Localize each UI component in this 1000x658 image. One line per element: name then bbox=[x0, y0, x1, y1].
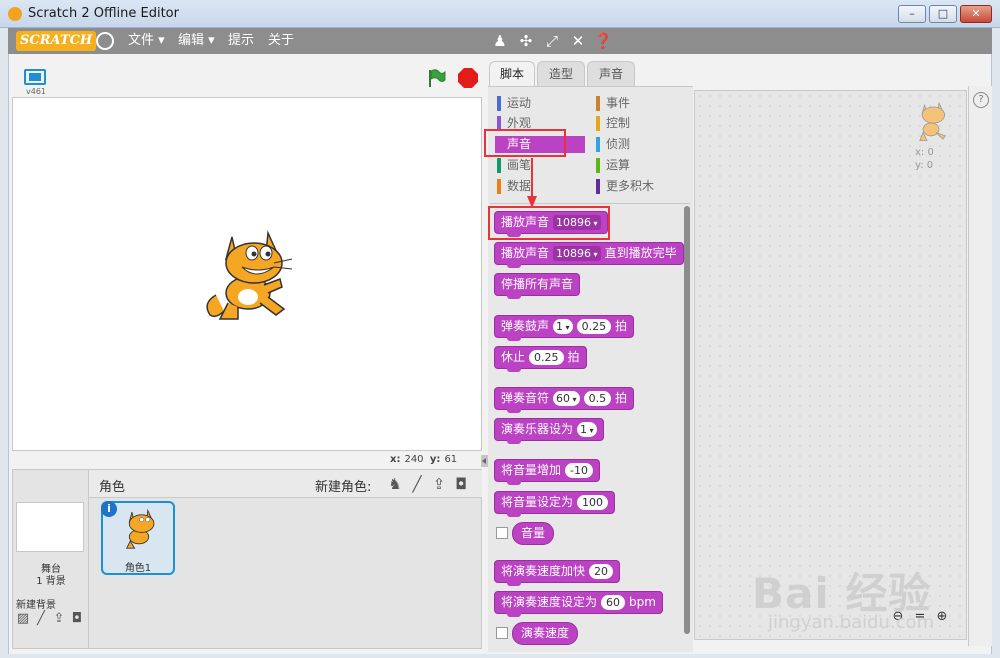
script-area[interactable]: x: 0 y: 0 ⊖ = ⊕ bbox=[694, 90, 967, 640]
help-sidebar: ? bbox=[968, 86, 992, 646]
menu-tips[interactable]: 提示 bbox=[228, 32, 254, 50]
sprite-card[interactable]: i 角色1 bbox=[101, 501, 175, 575]
block-change-tempo[interactable]: 将演奏速度加快 20 bbox=[494, 560, 621, 586]
minimize-button[interactable]: – bbox=[898, 5, 926, 23]
help-icon[interactable]: ❓ bbox=[593, 31, 613, 51]
stage-column: 舞台 1 背景 新建背景 ▨ ╱ ⇪ ◘ bbox=[13, 470, 89, 648]
tab-sounds[interactable]: 声音 bbox=[587, 61, 635, 86]
red-arrow-icon bbox=[527, 158, 537, 208]
tab-costumes[interactable]: 造型 bbox=[537, 61, 585, 86]
menu-edit[interactable]: 编辑 ▾ bbox=[178, 32, 215, 50]
highlight-play-sound-block bbox=[488, 206, 610, 240]
category-events[interactable]: 事件 bbox=[596, 95, 630, 112]
block-rest[interactable]: 休止 0.25 拍 bbox=[494, 346, 587, 372]
category-operators[interactable]: 运算 bbox=[596, 157, 630, 174]
window-titlebar: Scratch 2 Offline Editor – □ ✕ bbox=[0, 0, 1000, 28]
language-globe-icon[interactable] bbox=[96, 32, 114, 50]
sprites-title: 角色 bbox=[99, 480, 126, 495]
sprites-pane: 舞台 1 背景 新建背景 ▨ ╱ ⇪ ◘ 角色 新建角色: ♞ ╱ ⇪ ◘ i … bbox=[12, 469, 482, 649]
category-motion[interactable]: 运动 bbox=[497, 95, 531, 112]
backdrop-count: 1 背景 bbox=[36, 576, 66, 587]
choose-sprite-icon[interactable]: ♞ bbox=[385, 474, 405, 494]
sprite-name: 角色1 bbox=[124, 563, 152, 574]
block-set-volume[interactable]: 将音量设定为 100 bbox=[494, 491, 616, 517]
upload-sprite-icon[interactable]: ⇪ bbox=[429, 474, 449, 494]
cat-sprite-image[interactable] bbox=[198, 223, 298, 323]
duplicate-icon[interactable]: ♟ bbox=[490, 31, 510, 51]
version-label: v461 bbox=[26, 87, 47, 96]
grow-icon[interactable]: ⤢ bbox=[542, 31, 562, 51]
paint-backdrop-icon[interactable]: ╱ bbox=[33, 612, 49, 626]
category-more-blocks[interactable]: 更多积木 bbox=[596, 178, 654, 195]
block-stop-all-sounds[interactable]: 停播所有声音 bbox=[494, 273, 581, 299]
block-play-drum[interactable]: 弹奏鼓声10.25拍 bbox=[494, 315, 635, 341]
stage-thumbnail[interactable] bbox=[16, 502, 84, 552]
sprite-y-readout: y: 0 bbox=[915, 160, 934, 171]
info-icon[interactable]: i bbox=[101, 501, 117, 517]
highlight-sound-category bbox=[484, 129, 566, 157]
current-sprite-cat-icon bbox=[919, 101, 947, 141]
tempo-checkbox[interactable] bbox=[496, 627, 508, 639]
stage-canvas[interactable] bbox=[12, 97, 482, 451]
zoom-in-icon[interactable]: ⊕ bbox=[933, 609, 951, 625]
upload-backdrop-icon[interactable]: ⇪ bbox=[51, 612, 67, 626]
stop-sign-icon[interactable] bbox=[458, 68, 478, 88]
category-pen[interactable]: 画笔 bbox=[497, 157, 531, 174]
scratch-cat-app-icon bbox=[8, 7, 22, 21]
mouse-coordinates: x: 240 y: 61 bbox=[390, 454, 458, 465]
category-sensing[interactable]: 侦测 bbox=[596, 136, 630, 153]
help-question-icon[interactable]: ? bbox=[973, 92, 989, 108]
tab-scripts[interactable]: 脚本 bbox=[489, 61, 535, 87]
palette-divider bbox=[490, 203, 690, 204]
reporter-volume[interactable]: 音量 bbox=[512, 522, 555, 545]
scratch-logo[interactable]: SCRATCH bbox=[16, 31, 97, 51]
new-backdrop-label: 新建背景 bbox=[16, 600, 56, 611]
sprite-x-readout: x: 0 bbox=[915, 147, 934, 158]
palette-scrollbar[interactable] bbox=[684, 206, 690, 634]
volume-checkbox[interactable] bbox=[496, 527, 508, 539]
block-change-volume[interactable]: 将音量增加 -10 bbox=[494, 459, 600, 485]
paint-sprite-icon[interactable]: ╱ bbox=[407, 474, 427, 494]
presentation-mode-icon[interactable] bbox=[24, 69, 46, 85]
menu-about[interactable]: 关于 bbox=[268, 32, 294, 50]
reporter-tempo[interactable]: 演奏速度 bbox=[512, 622, 579, 645]
baidu-watermark-url: jingyan.baidu.com bbox=[768, 612, 935, 633]
block-play-note[interactable]: 弹奏音符600.5拍 bbox=[494, 387, 635, 413]
category-data[interactable]: 数据 bbox=[497, 178, 531, 195]
block-set-instrument[interactable]: 演奏乐器设为 1 bbox=[494, 418, 604, 444]
camera-sprite-icon[interactable]: ◘ bbox=[451, 474, 471, 494]
close-button[interactable]: ✕ bbox=[960, 5, 992, 23]
choose-backdrop-icon[interactable]: ▨ bbox=[15, 612, 31, 626]
shrink-icon[interactable]: ✕ bbox=[568, 31, 588, 51]
window-title: Scratch 2 Offline Editor bbox=[28, 6, 179, 21]
stage-header: v461 bbox=[12, 66, 482, 96]
block-play-sound-until-done[interactable]: 播放声音10896直到播放完毕 bbox=[494, 242, 684, 268]
menu-bar: SCRATCH 文件 ▾ 编辑 ▾ 提示 关于 ♟ ✣ ⤢ ✕ ❓ bbox=[8, 28, 992, 54]
camera-backdrop-icon[interactable]: ◘ bbox=[69, 612, 85, 626]
green-flag-icon[interactable] bbox=[426, 68, 446, 88]
category-control[interactable]: 控制 bbox=[596, 115, 630, 132]
sprite-thumbnail-image bbox=[125, 508, 155, 549]
new-sprite-label: 新建角色: bbox=[315, 480, 372, 495]
menu-file[interactable]: 文件 ▾ bbox=[128, 32, 165, 50]
delete-icon[interactable]: ✣ bbox=[516, 31, 536, 51]
block-set-tempo[interactable]: 将演奏速度设定为 60 bpm bbox=[494, 591, 663, 617]
maximize-button[interactable]: □ bbox=[929, 5, 957, 23]
sprites-header: 角色 新建角色: ♞ ╱ ⇪ ◘ bbox=[89, 470, 482, 498]
